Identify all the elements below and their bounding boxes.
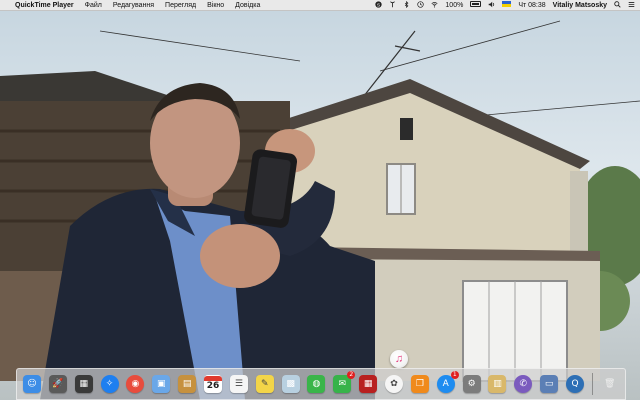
menu-window[interactable]: Вікно (207, 2, 224, 9)
menu-view[interactable]: Перегляд (165, 2, 196, 9)
finder-icon[interactable]: ☺ (23, 375, 41, 393)
itunes-icon[interactable]: ♫ (390, 350, 408, 368)
preview-glyph: ▣ (157, 379, 166, 389)
menu-file[interactable]: Файл (85, 2, 102, 9)
photos-glyph: ✿ (390, 379, 398, 389)
app-store-glyph: A (442, 379, 449, 389)
antenna-icon[interactable] (389, 0, 396, 10)
archive-utility-glyph: ▥ (493, 379, 502, 389)
time-machine-icon[interactable] (417, 0, 425, 10)
messages-icon[interactable]: ✉ 2 (333, 371, 356, 393)
app-menu[interactable]: QuickTime Player (15, 2, 74, 9)
mission-control-icon[interactable]: ▦ (74, 375, 93, 393)
dock: ☺ 🚀 ▦ ✧ ◉ ▣ ▤ 26 ☰ ✎ ▩ ◍ ✉ 2 ▦ ✿ ❒ A 1 ⚙ ▥ ✆ ▭ Q 🗑 (16, 368, 626, 400)
app-store-icon[interactable]: A1 (436, 371, 459, 393)
photos-folder-glyph: ▩ (286, 379, 295, 389)
ibooks-glyph: ❒ (415, 379, 424, 389)
contacts-glyph: ▤ (182, 379, 192, 389)
system-preferences-icon[interactable]: ⚙ (462, 375, 481, 393)
spotlight-icon[interactable] (614, 0, 621, 10)
ibooks-icon[interactable]: ❒ (410, 375, 429, 393)
messages-glyph: ✉ (338, 379, 347, 389)
calendar-day: 26 (206, 381, 220, 391)
safari-glyph: ✧ (105, 379, 114, 389)
notes-icon[interactable]: ✎ (255, 375, 274, 393)
system-preferences-glyph: ⚙ (467, 379, 476, 389)
battery-icon[interactable] (470, 1, 482, 9)
notes-glyph: ✎ (260, 379, 269, 389)
clock[interactable]: Чт 08:38 (518, 2, 545, 9)
menu-bar: QuickTime Player Файл Редагування Перегл… (0, 0, 640, 11)
contacts-icon[interactable]: ▤ (178, 375, 197, 393)
battery-percent: 100% (445, 1, 464, 9)
chrome-icon[interactable]: ◉ (126, 375, 145, 393)
wifi-icon[interactable] (431, 1, 438, 10)
menu-help[interactable]: Довідка (235, 2, 260, 9)
bluetooth-icon[interactable] (403, 0, 410, 10)
screenshot-icon[interactable]: ▭ (540, 375, 559, 393)
user-name[interactable]: Vitaliy Matsosky (553, 2, 607, 9)
chrome-glyph: ◉ (131, 379, 140, 389)
facetime-icon[interactable]: ◍ (307, 375, 326, 393)
calendar-icon[interactable]: 26 (204, 375, 223, 393)
input-source-flag-icon[interactable] (502, 1, 512, 9)
notification-badge: 2 (347, 371, 356, 379)
notification-center-icon[interactable] (628, 1, 635, 10)
trash-icon[interactable]: 🗑 (601, 375, 619, 393)
menu-extras: S 100% Чт 08:38 Vitaliy Matsosky (368, 0, 635, 11)
safari-icon[interactable]: ✧ (100, 375, 119, 393)
menu-left: QuickTime Player Файл Редагування Перегл… (5, 0, 271, 11)
facetime-glyph: ◍ (312, 379, 321, 389)
video-frame[interactable]: ♫ (0, 11, 640, 400)
volume-icon[interactable] (488, 1, 495, 10)
viber-glyph: ✆ (519, 379, 528, 389)
launchpad-icon[interactable]: 🚀 (48, 375, 67, 393)
photos-folder-icon[interactable]: ▩ (281, 375, 300, 393)
reminders-glyph: ☰ (234, 379, 243, 389)
viber-icon[interactable]: ✆ (514, 375, 533, 393)
menu-edit[interactable]: Редагування (113, 2, 154, 9)
photos-icon[interactable]: ✿ (385, 375, 404, 393)
quicktime-icon[interactable]: Q (566, 375, 585, 393)
quicktime-glyph: Q (571, 379, 579, 389)
preview-icon[interactable]: ▣ (152, 375, 171, 393)
video-scene (0, 20, 640, 400)
skype-icon[interactable]: S (375, 0, 383, 10)
dock-separator (591, 373, 593, 395)
mission-control-glyph: ▦ (79, 379, 88, 389)
reminders-icon[interactable]: ☰ (229, 375, 248, 393)
launchpad-glyph: 🚀 (52, 379, 64, 389)
finder-glyph: ☺ (27, 379, 37, 389)
screenshot-glyph: ▭ (544, 379, 554, 389)
photo-booth-icon[interactable]: ▦ (359, 375, 378, 393)
photo-booth-glyph: ▦ (363, 379, 373, 389)
archive-utility-icon[interactable]: ▥ (488, 375, 507, 393)
notification-badge: 1 (450, 371, 459, 379)
